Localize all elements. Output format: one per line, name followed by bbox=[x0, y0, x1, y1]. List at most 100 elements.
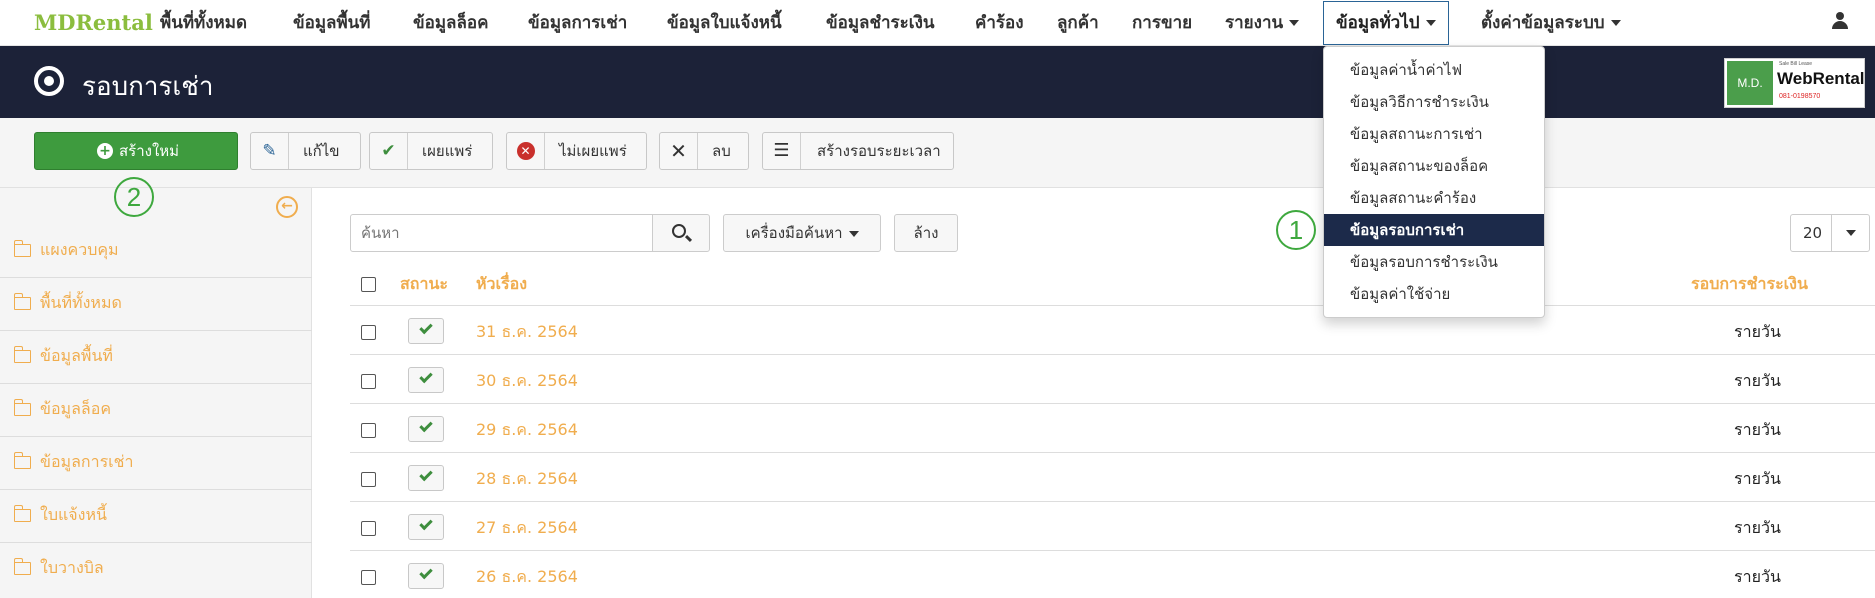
nav-sales[interactable]: การขาย bbox=[1132, 0, 1192, 46]
check-icon bbox=[419, 565, 433, 580]
sidebar-item-label: ข้อมูลล็อค bbox=[40, 399, 112, 418]
search-tools-button[interactable]: เครื่องมือค้นหา bbox=[723, 214, 881, 252]
sidebar-item-all-areas[interactable]: พื้นที่ทั้งหมด bbox=[0, 278, 312, 331]
nav-all-areas[interactable]: พื้นที่ทั้งหมด bbox=[160, 0, 247, 46]
nav-lock-info[interactable]: ข้อมูลล็อค bbox=[413, 0, 488, 46]
row-title-link[interactable]: 27 ธ.ค. 2564 bbox=[476, 516, 578, 541]
menu-item-expenses[interactable]: ข้อมูลค่าใช้จ่าย bbox=[1324, 278, 1544, 310]
webrental-logo: M.D. Sale Bill Lease WebRental 081-01985… bbox=[1724, 58, 1865, 108]
check-icon bbox=[419, 467, 433, 482]
annotation-marker-1: 1 bbox=[1276, 210, 1316, 250]
list-limit-select[interactable]: 20 bbox=[1790, 214, 1870, 252]
check-icon bbox=[419, 320, 433, 335]
nav-customers[interactable]: ลูกค้า bbox=[1057, 0, 1099, 46]
target-icon bbox=[34, 66, 64, 96]
menu-item-request-status[interactable]: ข้อมูลสถานะคำร้อง bbox=[1324, 182, 1544, 214]
published-toggle[interactable] bbox=[408, 416, 444, 442]
sidebar-item-dashboard[interactable]: แผงควบคุม bbox=[0, 225, 312, 278]
close-icon: ✕ bbox=[660, 133, 698, 169]
nav-reports-label: รายงาน bbox=[1225, 13, 1284, 33]
sidebar-item-label: ใบวางบิล bbox=[40, 558, 104, 577]
list-limit-value: 20 bbox=[1803, 224, 1823, 242]
toolbar: + สร้างใหม่ ✎ แก้ไข ✔ เผยแพร่ ✕ ไม่เผยแพ… bbox=[0, 118, 1875, 188]
column-status[interactable]: สถานะ bbox=[400, 272, 448, 297]
user-icon-head bbox=[1836, 12, 1844, 20]
menu-item-rental-status[interactable]: ข้อมูลสถานะการเช่า bbox=[1324, 118, 1544, 150]
collapse-sidebar-icon[interactable]: ← bbox=[276, 196, 298, 218]
nav-general-info[interactable]: ข้อมูลทั่วไป bbox=[1323, 1, 1449, 45]
row-title-link[interactable]: 28 ธ.ค. 2564 bbox=[476, 467, 578, 492]
general-info-dropdown: ข้อมูลค่าน้ำค่าไฟ ข้อมูลวิธีการชำระเงิน … bbox=[1323, 46, 1545, 318]
sidebar-item-label: ใบแจ้งหนี้ bbox=[40, 505, 107, 524]
row-title-link[interactable]: 31 ธ.ค. 2564 bbox=[476, 320, 578, 345]
edit-button[interactable]: ✎ แก้ไข bbox=[250, 132, 361, 170]
nav-reports[interactable]: รายงาน bbox=[1225, 0, 1300, 46]
search-input[interactable] bbox=[350, 214, 653, 252]
column-payment-cycle[interactable]: รอบการชำระเงิน bbox=[1691, 272, 1808, 297]
nav-rental-info[interactable]: ข้อมูลการเช่า bbox=[528, 0, 627, 46]
sidebar-item-area-info[interactable]: ข้อมูลพื้นที่ bbox=[0, 331, 312, 384]
row-title-link[interactable]: 26 ธ.ค. 2564 bbox=[476, 565, 578, 590]
nav-payment-info[interactable]: ข้อมูลชำระเงิน bbox=[826, 0, 935, 46]
select-all-checkbox[interactable] bbox=[361, 277, 376, 292]
row-checkbox[interactable] bbox=[361, 325, 376, 340]
column-title[interactable]: หัวเรื่อง bbox=[476, 272, 527, 297]
row-checkbox[interactable] bbox=[361, 521, 376, 536]
chevron-down-icon bbox=[1846, 230, 1856, 236]
create-period-button[interactable]: ☰ สร้างรอบระยะเวลา bbox=[762, 132, 954, 170]
nav-system-settings[interactable]: ตั้งค่าข้อมูลระบบ bbox=[1481, 0, 1621, 46]
sidebar-item-label: ข้อมูลพื้นที่ bbox=[40, 346, 113, 365]
published-toggle[interactable] bbox=[408, 563, 444, 589]
search-icon bbox=[672, 224, 686, 238]
sidebar-item-billing[interactable]: ใบวางบิล bbox=[0, 543, 312, 596]
sidebar-item-rental-info[interactable]: ข้อมูลการเช่า bbox=[0, 437, 312, 490]
row-checkbox[interactable] bbox=[361, 570, 376, 585]
delete-button[interactable]: ✕ ลบ bbox=[659, 132, 749, 170]
row-title-link[interactable]: 29 ธ.ค. 2564 bbox=[476, 418, 578, 443]
row-payment-cycle: รายวัน bbox=[1734, 567, 1781, 586]
search-button[interactable] bbox=[652, 214, 710, 252]
sidebar-item-lock-info[interactable]: ข้อมูลล็อค bbox=[0, 384, 312, 437]
menu-item-payment-methods[interactable]: ข้อมูลวิธีการชำระเงิน bbox=[1324, 86, 1544, 118]
menu-item-payment-period[interactable]: ข้อมูลรอบการชำระเงิน bbox=[1324, 246, 1544, 278]
sidebar: ← แผงควบคุม พื้นที่ทั้งหมด ข้อมูลพื้นที่… bbox=[0, 188, 312, 598]
edit-icon: ✎ bbox=[251, 133, 289, 169]
chevron-down-icon bbox=[1289, 20, 1300, 26]
brand-logo[interactable]: MDRental bbox=[34, 10, 153, 35]
check-icon bbox=[419, 369, 433, 384]
menu-item-lock-status[interactable]: ข้อมูลสถานะของล็อค bbox=[1324, 150, 1544, 182]
sidebar-item-invoice[interactable]: ใบแจ้งหนี้ bbox=[0, 490, 312, 543]
published-toggle[interactable] bbox=[408, 318, 444, 344]
menu-item-rental-period[interactable]: ข้อมูลรอบการเช่า bbox=[1324, 214, 1544, 246]
sidebar-item-label: แผงควบคุม bbox=[40, 240, 119, 259]
logo-tagline: Sale Bill Lease bbox=[1779, 61, 1813, 67]
folder-icon bbox=[13, 399, 31, 416]
list-limit-toggle bbox=[1831, 215, 1869, 251]
nav-invoice-info[interactable]: ข้อมูลใบแจ้งหนี้ bbox=[667, 0, 782, 46]
table-header: สถานะ หัวเรื่อง รอบการชำระเงิน bbox=[350, 262, 1875, 306]
table-row: 31 ธ.ค. 2564 รายวัน bbox=[350, 306, 1875, 355]
row-checkbox[interactable] bbox=[361, 472, 376, 487]
user-icon-body bbox=[1832, 21, 1848, 29]
published-toggle[interactable] bbox=[408, 514, 444, 540]
row-checkbox[interactable] bbox=[361, 374, 376, 389]
edit-button-label: แก้ไข bbox=[303, 142, 340, 160]
menu-item-utility-rates[interactable]: ข้อมูลค่าน้ำค่าไฟ bbox=[1324, 54, 1544, 86]
publish-button[interactable]: ✔ เผยแพร่ bbox=[369, 132, 493, 170]
nav-area-info[interactable]: ข้อมูลพื้นที่ bbox=[293, 0, 371, 46]
clear-button[interactable]: ล้าง bbox=[894, 214, 958, 252]
user-icon[interactable] bbox=[1832, 12, 1848, 30]
row-checkbox[interactable] bbox=[361, 423, 376, 438]
nav-requests[interactable]: คำร้อง bbox=[975, 0, 1024, 46]
logo-name: WebRental bbox=[1777, 69, 1865, 88]
nav-system-settings-label: ตั้งค่าข้อมูลระบบ bbox=[1481, 13, 1605, 33]
row-title-link[interactable]: 30 ธ.ค. 2564 bbox=[476, 369, 578, 394]
published-toggle[interactable] bbox=[408, 367, 444, 393]
row-payment-cycle: รายวัน bbox=[1734, 518, 1781, 537]
page-title: รอบการเช่า bbox=[82, 72, 214, 102]
new-button[interactable]: + สร้างใหม่ bbox=[34, 132, 238, 170]
published-toggle[interactable] bbox=[408, 465, 444, 491]
table-row: 28 ธ.ค. 2564 รายวัน bbox=[350, 453, 1875, 502]
sidebar-item-label: ข้อมูลการเช่า bbox=[40, 452, 134, 471]
unpublish-button[interactable]: ✕ ไม่เผยแพร่ bbox=[506, 132, 647, 170]
